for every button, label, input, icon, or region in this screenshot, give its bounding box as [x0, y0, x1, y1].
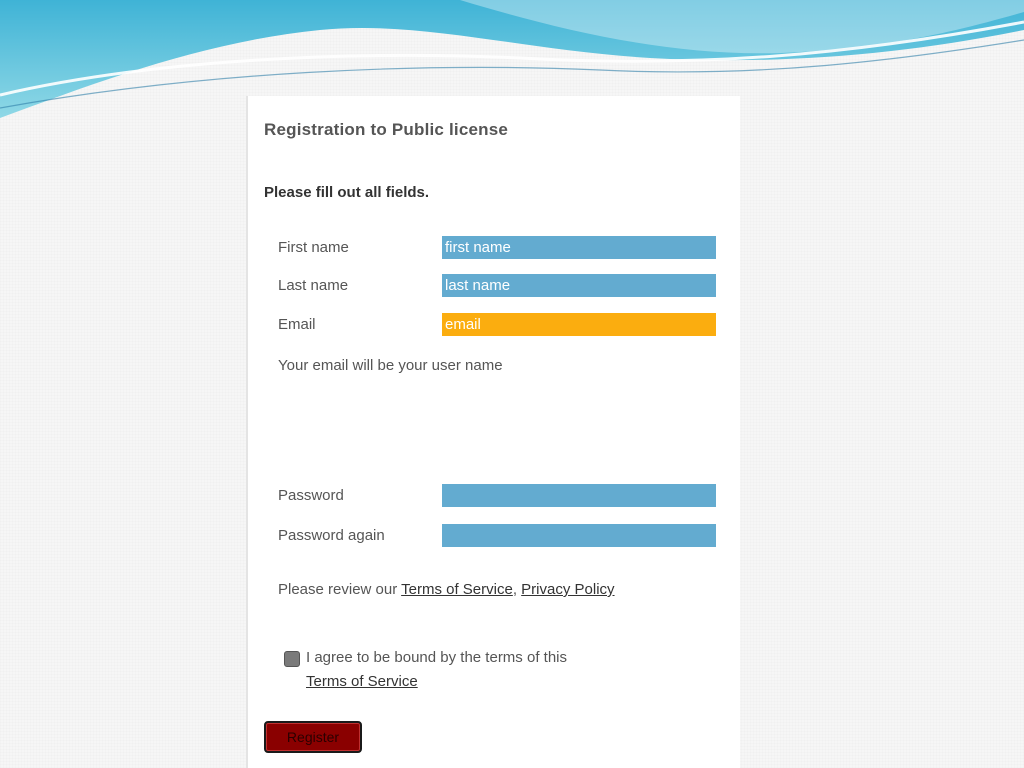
- form-instruction: Please fill out all fields.: [264, 184, 430, 201]
- review-notice: Please review our Terms of Service, Priv…: [278, 581, 615, 598]
- form-title: Registration to Public license: [264, 120, 509, 139]
- agree-terms-link[interactable]: Terms of Service: [306, 673, 418, 690]
- terms-of-service-link[interactable]: Terms of Service: [401, 581, 513, 598]
- email-note: Your email will be your user name: [278, 357, 503, 374]
- last-name-input[interactable]: [442, 274, 716, 297]
- review-prefix: Please review our: [278, 581, 402, 598]
- agree-checkbox[interactable]: [284, 651, 300, 667]
- registration-form: Registration to Public license Please fi…: [246, 96, 740, 768]
- email-input[interactable]: [442, 313, 716, 336]
- email-label: Email: [278, 316, 316, 333]
- password-label: Password: [278, 487, 344, 504]
- first-name-label: First name: [278, 239, 349, 256]
- agree-text: I agree to be bound by the terms of this: [306, 649, 567, 666]
- review-separator: ,: [512, 581, 522, 598]
- first-name-input[interactable]: [442, 236, 716, 259]
- last-name-label: Last name: [278, 277, 349, 294]
- password-input[interactable]: [442, 484, 716, 507]
- password-again-label: Password again: [278, 527, 385, 544]
- register-button[interactable]: Register: [264, 721, 362, 753]
- privacy-policy-link[interactable]: Privacy Policy: [521, 581, 614, 598]
- agree-terms-wrapper: Terms of Service: [306, 673, 418, 690]
- password-again-input[interactable]: [442, 524, 716, 547]
